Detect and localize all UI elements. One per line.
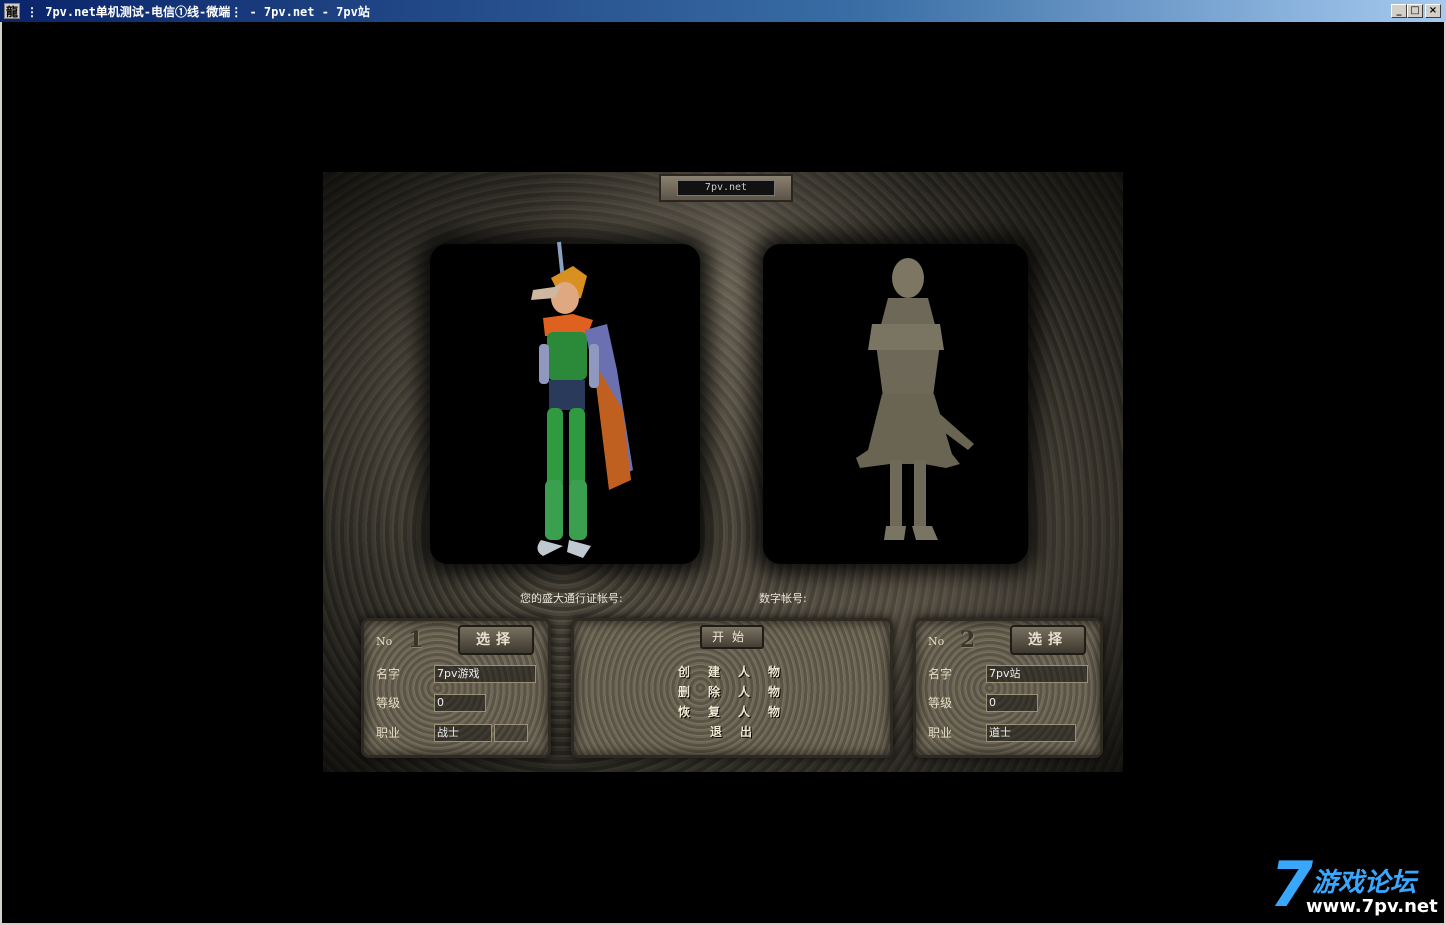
name-field: 7pv站 (986, 665, 1088, 683)
job-label: 职业 (376, 726, 401, 740)
job-label: 职业 (928, 726, 953, 740)
server-plate: 7pv.net (659, 174, 793, 202)
job-field: 战士 (434, 724, 492, 742)
watermark-forum-text: 游戏论坛 (1312, 868, 1417, 898)
server-name: 7pv.net (677, 180, 775, 196)
exit-button[interactable]: 退出 (710, 723, 770, 740)
slot-no-label: No (376, 635, 393, 648)
app-icon[interactable]: 龍 (4, 3, 20, 19)
start-button[interactable]: 开始 (700, 625, 764, 649)
menu-panel: 开始 创建人物 删除人物 恢复人物 退出 (571, 618, 893, 758)
character-slot-1-panel: No 1 选择 名字 7pv游戏 等级 0 职业 战士 (361, 618, 551, 758)
level-label: 等级 (928, 696, 953, 710)
name-field: 7pv游戏 (434, 665, 536, 683)
slot-number: 1 (408, 627, 424, 653)
job-field: 道士 (986, 724, 1076, 742)
slot-number: 2 (960, 627, 976, 653)
create-character-button[interactable]: 创建人物 (678, 663, 798, 680)
close-button[interactable]: × (1425, 4, 1441, 18)
account-label: 您的盛大通行证帐号: (520, 592, 623, 605)
character-slot-2-panel: No 2 选择 名字 7pv站 等级 0 职业 道士 (913, 618, 1103, 758)
level-field: 0 (986, 694, 1038, 712)
watermark-url: www.7pv.net (1306, 896, 1438, 917)
taoist-statue-character[interactable] (828, 254, 988, 554)
level-label: 等级 (376, 696, 401, 710)
restore-character-button[interactable]: 恢复人物 (678, 703, 798, 720)
minimize-button[interactable]: _ (1391, 4, 1407, 18)
window-title: ⋮ 7pv.net单机测试-电信①线-微端⋮ - 7pv.net - 7pv站 (26, 5, 370, 19)
maximize-button[interactable]: □ (1407, 4, 1423, 18)
job-field-extra (494, 724, 528, 742)
window-frame-left (0, 22, 2, 925)
name-label: 名字 (376, 667, 401, 681)
warrior-character[interactable] (503, 240, 643, 570)
level-field: 0 (434, 694, 486, 712)
delete-character-button[interactable]: 删除人物 (678, 683, 798, 700)
title-bar[interactable]: 龍 ⋮ 7pv.net单机测试-电信①线-微端⋮ - 7pv.net - 7pv… (0, 0, 1446, 22)
select-slot-1-button[interactable]: 选择 (458, 625, 534, 655)
character-select-scene: 7pv.net 您的盛大通行证帐号: 数字帐号: No 1 选择 名字 7pv游… (323, 172, 1123, 772)
name-label: 名字 (928, 667, 953, 681)
digital-account-label: 数字帐号: (759, 592, 807, 605)
select-slot-2-button[interactable]: 选择 (1010, 625, 1086, 655)
slot-no-label: No (928, 635, 945, 648)
